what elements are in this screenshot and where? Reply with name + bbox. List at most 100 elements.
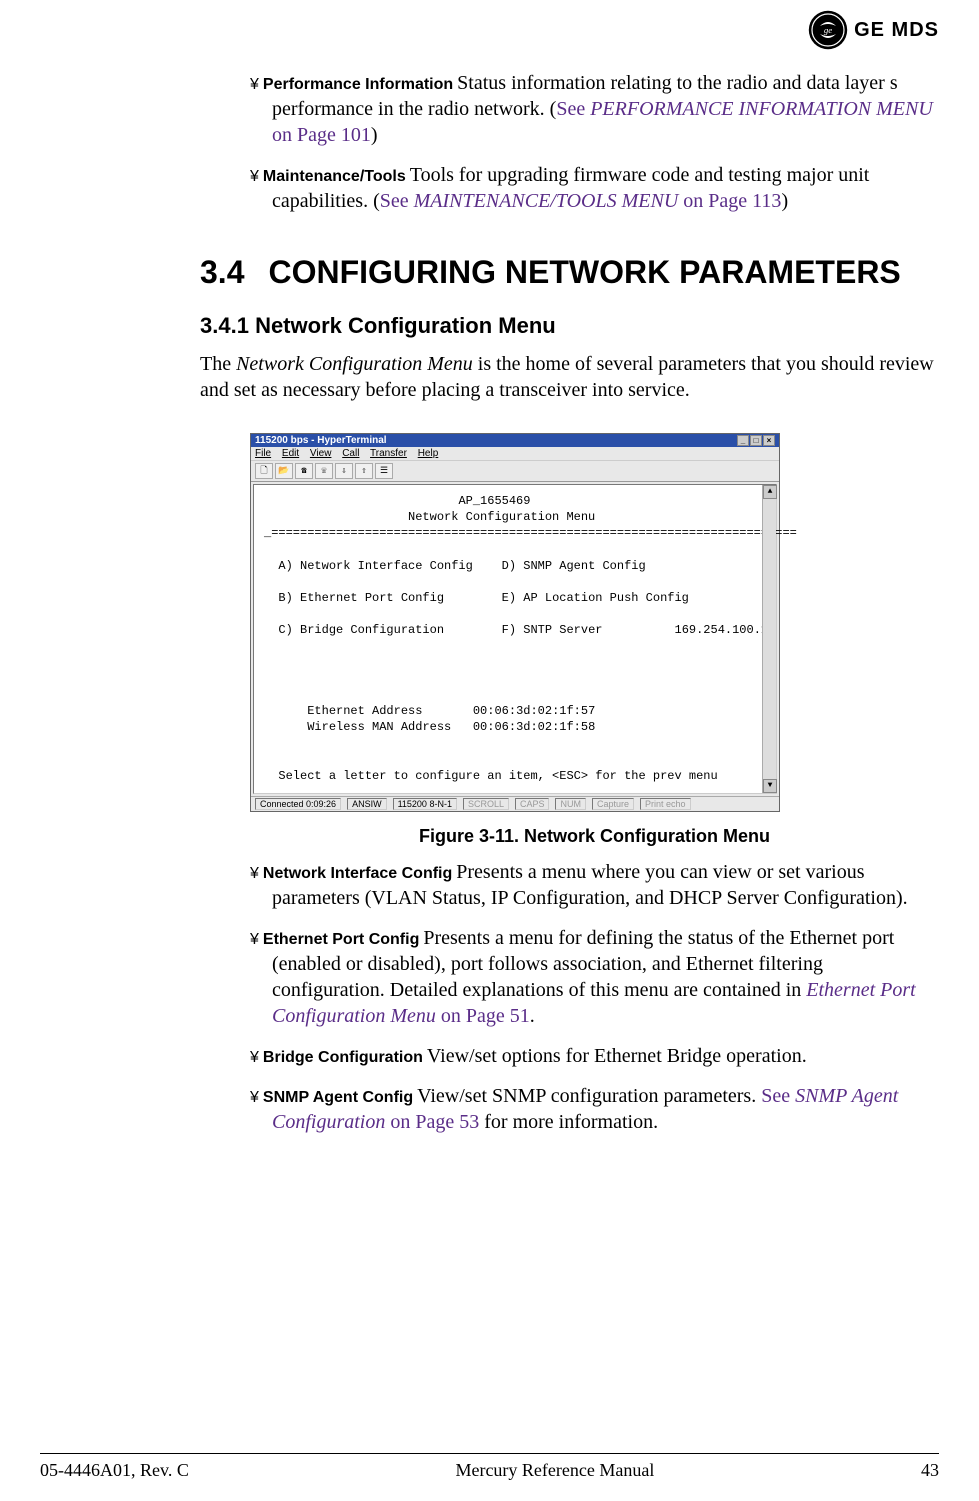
terminal-content: AP_1655469 Network Configuration Menu _=… [264, 493, 766, 784]
section-number: 3.4 [200, 254, 244, 291]
menu-heading: Network Configuration Menu [408, 510, 595, 524]
bullet-marker: ¥ [250, 1089, 259, 1106]
menu-edit[interactable]: Edit [282, 448, 299, 459]
menu-view[interactable]: View [310, 448, 332, 459]
terminal-body[interactable]: AP_1655469 Network Configuration Menu _=… [253, 484, 777, 794]
bullet-performance-info: ¥ Performance Information Status informa… [250, 70, 939, 148]
bullet-marker: ¥ [250, 865, 259, 882]
status-capture: Capture [592, 798, 634, 810]
menu-transfer[interactable]: Transfer [370, 448, 407, 459]
footer-docid: 05-4446A01, Rev. C [40, 1460, 189, 1481]
bullet-label: SNMP Agent Config [263, 1089, 413, 1106]
bullet-maintenance-tools: ¥ Maintenance/Tools Tools for upgrading … [250, 162, 939, 214]
text-fragment: View/set SNMP configuration parameters. [417, 1085, 761, 1107]
sntp-value: 169.254.100.1 [675, 623, 769, 637]
terminal-prompt: Select a letter to configure an item, <E… [278, 769, 717, 783]
bullet-label: Bridge Configuration [263, 1049, 423, 1066]
bullet-label: Network Interface Config [263, 865, 452, 882]
menu-item-a: A) Network Interface Config [278, 559, 472, 573]
footer-page-number: 43 [921, 1460, 939, 1481]
section-title: CONFIGURING NETWORK PARAMETERS [268, 254, 900, 290]
footer-title: Mercury Reference Manual [455, 1460, 654, 1481]
status-emulation: ANSIW [347, 798, 387, 810]
text-fragment: on Page 53 [385, 1111, 479, 1133]
text-fragment: The [200, 353, 236, 375]
menu-call[interactable]: Call [342, 448, 359, 459]
subsection-heading: 3.4.1 Network Configuration Menu [200, 313, 939, 339]
ap-id: AP_1655469 [458, 494, 530, 508]
menu-file[interactable]: File [255, 448, 271, 459]
status-printecho: Print echo [640, 798, 691, 810]
menu-item-d: D) SNMP Agent Config [502, 559, 646, 573]
menu-item-b: B) Ethernet Port Config [278, 591, 444, 605]
menu-item-e: E) AP Location Push Config [502, 591, 689, 605]
status-connected: Connected 0:09:26 [255, 798, 341, 810]
eth-label: Ethernet Address [307, 704, 422, 718]
brand-text: GE MDS [854, 19, 939, 42]
link-title: PERFORMANCE INFORMATION MENU [590, 98, 933, 120]
toolbar-call-icon[interactable]: ☎ [295, 463, 313, 479]
xref-link[interactable]: See MAINTENANCE/TOOLS MENU on Page 113 [380, 190, 782, 212]
text-fragment: on Page 113 [678, 190, 781, 212]
window-titlebar: 115200 bps - HyperTerminal _ □ × [251, 434, 779, 447]
status-caps: CAPS [515, 798, 550, 810]
text-fragment: See [556, 98, 590, 120]
text-fragment: on Page 51 [436, 1005, 530, 1027]
maximize-button[interactable]: □ [750, 435, 762, 446]
bullet-network-interface: ¥ Network Interface Config Presents a me… [250, 859, 939, 911]
page-content: ¥ Performance Information Status informa… [250, 70, 939, 1135]
toolbar-properties-icon[interactable]: ☰ [375, 463, 393, 479]
text-fragment: for more information. [479, 1111, 658, 1133]
bullet-ethernet-port: ¥ Ethernet Port Config Presents a menu f… [250, 925, 939, 1029]
svg-text:ge: ge [824, 25, 832, 35]
toolbar-send-icon[interactable]: ⇩ [335, 463, 353, 479]
text-fragment: ) [781, 190, 788, 212]
text-fragment: See [380, 190, 414, 212]
page-header: ge GE MDS [808, 10, 939, 50]
bullet-label: Performance Information [263, 76, 453, 93]
bullet-marker: ¥ [250, 1049, 259, 1066]
bullet-marker: ¥ [250, 76, 259, 93]
toolbar-hangup-icon[interactable]: ☏ [315, 463, 333, 479]
text-fragment: . [530, 1005, 535, 1027]
toolbar-receive-icon[interactable]: ⇧ [355, 463, 373, 479]
close-button[interactable]: × [763, 435, 775, 446]
toolbar-open-icon[interactable]: 📂 [275, 463, 293, 479]
bullet-label: Maintenance/Tools [263, 168, 406, 185]
figure-terminal: 115200 bps - HyperTerminal _ □ × File Ed… [250, 433, 780, 812]
page-footer: 05-4446A01, Rev. C Mercury Reference Man… [40, 1453, 939, 1481]
subsection-title: Network Configuration Menu [255, 313, 556, 338]
bullet-marker: ¥ [250, 931, 259, 948]
scroll-up-icon[interactable]: ▲ [763, 485, 777, 499]
bullet-snmp-agent: ¥ SNMP Agent Config View/set SNMP config… [250, 1083, 939, 1135]
minimize-button[interactable]: _ [737, 435, 749, 446]
bullet-bridge-config: ¥ Bridge Configuration View/set options … [250, 1043, 939, 1069]
text-fragment: on Page 101 [272, 124, 371, 146]
bullet-marker: ¥ [250, 168, 259, 185]
text-fragment: ) [371, 124, 378, 146]
toolbar-new-icon[interactable]: 🗋 [255, 463, 273, 479]
status-baud: 115200 8-N-1 [393, 798, 457, 810]
intro-paragraph: The Network Configuration Menu is the ho… [200, 351, 939, 403]
window-controls: _ □ × [737, 435, 775, 446]
hyperterminal-window: 115200 bps - HyperTerminal _ □ × File Ed… [250, 433, 780, 812]
wman-label: Wireless MAN Address [307, 720, 451, 734]
menu-item-f: F) SNTP Server [502, 623, 603, 637]
text-fragment: See [761, 1085, 795, 1107]
wman-value: 00:06:3d:02:1f:58 [473, 720, 595, 734]
scrollbar[interactable]: ▲ ▼ [762, 485, 776, 793]
text-emphasis: Network Configuration Menu [236, 353, 473, 375]
section-heading: 3.4 CONFIGURING NETWORK PARAMETERS [200, 254, 939, 291]
menu-help[interactable]: Help [418, 448, 439, 459]
status-num: NUM [555, 798, 586, 810]
window-title: 115200 bps - HyperTerminal [255, 435, 387, 446]
bullet-text: View/set options for Ethernet Bridge ope… [427, 1045, 807, 1067]
statusbar: Connected 0:09:26 ANSIW 115200 8-N-1 SCR… [251, 796, 779, 811]
eth-value: 00:06:3d:02:1f:57 [473, 704, 595, 718]
menu-item-c: C) Bridge Configuration [278, 623, 444, 637]
status-scroll: SCROLL [463, 798, 509, 810]
link-title: MAINTENANCE/TOOLS MENU [414, 190, 679, 212]
scroll-down-icon[interactable]: ▼ [763, 779, 777, 793]
menubar: File Edit View Call Transfer Help [251, 447, 779, 461]
bullet-label: Ethernet Port Config [263, 931, 419, 948]
